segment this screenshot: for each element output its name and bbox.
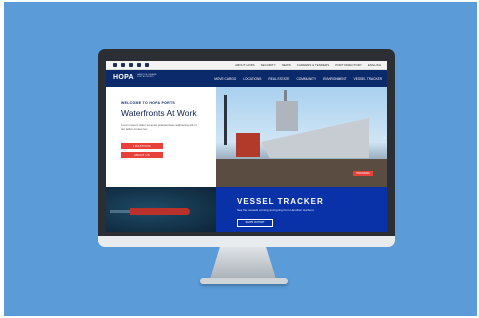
hero-paragraph: Lorem ipsum dolor sit amet praesenteas a… xyxy=(121,123,197,132)
logo-subtitle: HAMILTON OSHAWA PORT AUTHORITY xyxy=(137,74,157,79)
wake-shape xyxy=(110,210,132,213)
utility-bar: ABOUT HOPA SECURITY NEWS CAREERS & TENDE… xyxy=(106,61,387,70)
vessel-tracker-subtitle: See the vessels coming and going from Ha… xyxy=(237,208,314,212)
monitor-stand xyxy=(210,247,276,279)
hero-title: Waterfronts At Work xyxy=(121,108,197,118)
util-link-security[interactable]: SECURITY xyxy=(261,62,276,68)
tanker-aerial-image xyxy=(106,187,216,232)
locations-button[interactable]: LOCATIONS xyxy=(121,143,163,149)
utility-nav: ABOUT HOPA SECURITY NEWS CAREERS & TENDE… xyxy=(235,62,381,68)
crane-shape xyxy=(224,95,227,145)
social-links xyxy=(113,63,149,67)
tanker-shape xyxy=(130,208,190,215)
instagram-icon[interactable] xyxy=(137,63,141,67)
website-screen: ABOUT HOPA SECURITY NEWS CAREERS & TENDE… xyxy=(106,61,387,232)
vessel-tracker-title: VESSEL TRACKER xyxy=(237,197,324,206)
site-logo[interactable]: HOPA xyxy=(113,74,134,81)
monitor-base xyxy=(200,278,288,284)
nav-real-estate[interactable]: REAL ESTATE xyxy=(268,77,289,81)
main-nav: HOPA HAMILTON OSHAWA PORT AUTHORITY MOVE… xyxy=(106,70,387,87)
chevron-right-icon[interactable]: › xyxy=(383,135,385,141)
nav-vessel-tracker[interactable]: VESSEL TRACKER xyxy=(354,77,382,81)
ships-in-port-button[interactable]: SHIPS IN PORT xyxy=(237,219,273,227)
dock-building-shape xyxy=(236,133,260,157)
twitter-icon[interactable] xyxy=(113,63,117,67)
vessel-tracker-panel: VESSEL TRACKER See the vessels coming an… xyxy=(216,187,387,232)
hero-text-panel: WELCOME TO HOPA PORTS Waterfronts At Wor… xyxy=(106,87,216,187)
language-select[interactable]: ENGLISH xyxy=(368,62,381,68)
monitor-chin xyxy=(98,236,395,247)
hero-eyebrow: WELCOME TO HOPA PORTS xyxy=(121,101,176,105)
util-link-news[interactable]: NEWS xyxy=(282,62,291,68)
util-link-careers[interactable]: CAREERS & TENDERS xyxy=(297,62,329,68)
nav-move-cargo[interactable]: MOVE CARGO xyxy=(214,77,236,81)
facebook-icon[interactable] xyxy=(121,63,125,67)
about-us-button[interactable]: ABOUT US xyxy=(121,152,163,158)
hero-image-button[interactable]: PROGRAM xyxy=(353,171,373,176)
hero-ship-image: PROGRAM › xyxy=(216,87,387,187)
youtube-icon[interactable] xyxy=(145,63,149,67)
linkedin-icon[interactable] xyxy=(129,63,133,67)
nav-environment[interactable]: ENVIRONMENT xyxy=(323,77,347,81)
util-link-about[interactable]: ABOUT HOPA xyxy=(235,62,254,68)
ship-tower-shape xyxy=(276,101,298,131)
nav-community[interactable]: COMMUNITY xyxy=(296,77,316,81)
nav-locations[interactable]: LOCATIONS xyxy=(243,77,261,81)
primary-nav: MOVE CARGO LOCATIONS REAL ESTATE COMMUNI… xyxy=(214,77,382,81)
util-link-directory[interactable]: PORT DIRECTORY xyxy=(335,62,362,68)
